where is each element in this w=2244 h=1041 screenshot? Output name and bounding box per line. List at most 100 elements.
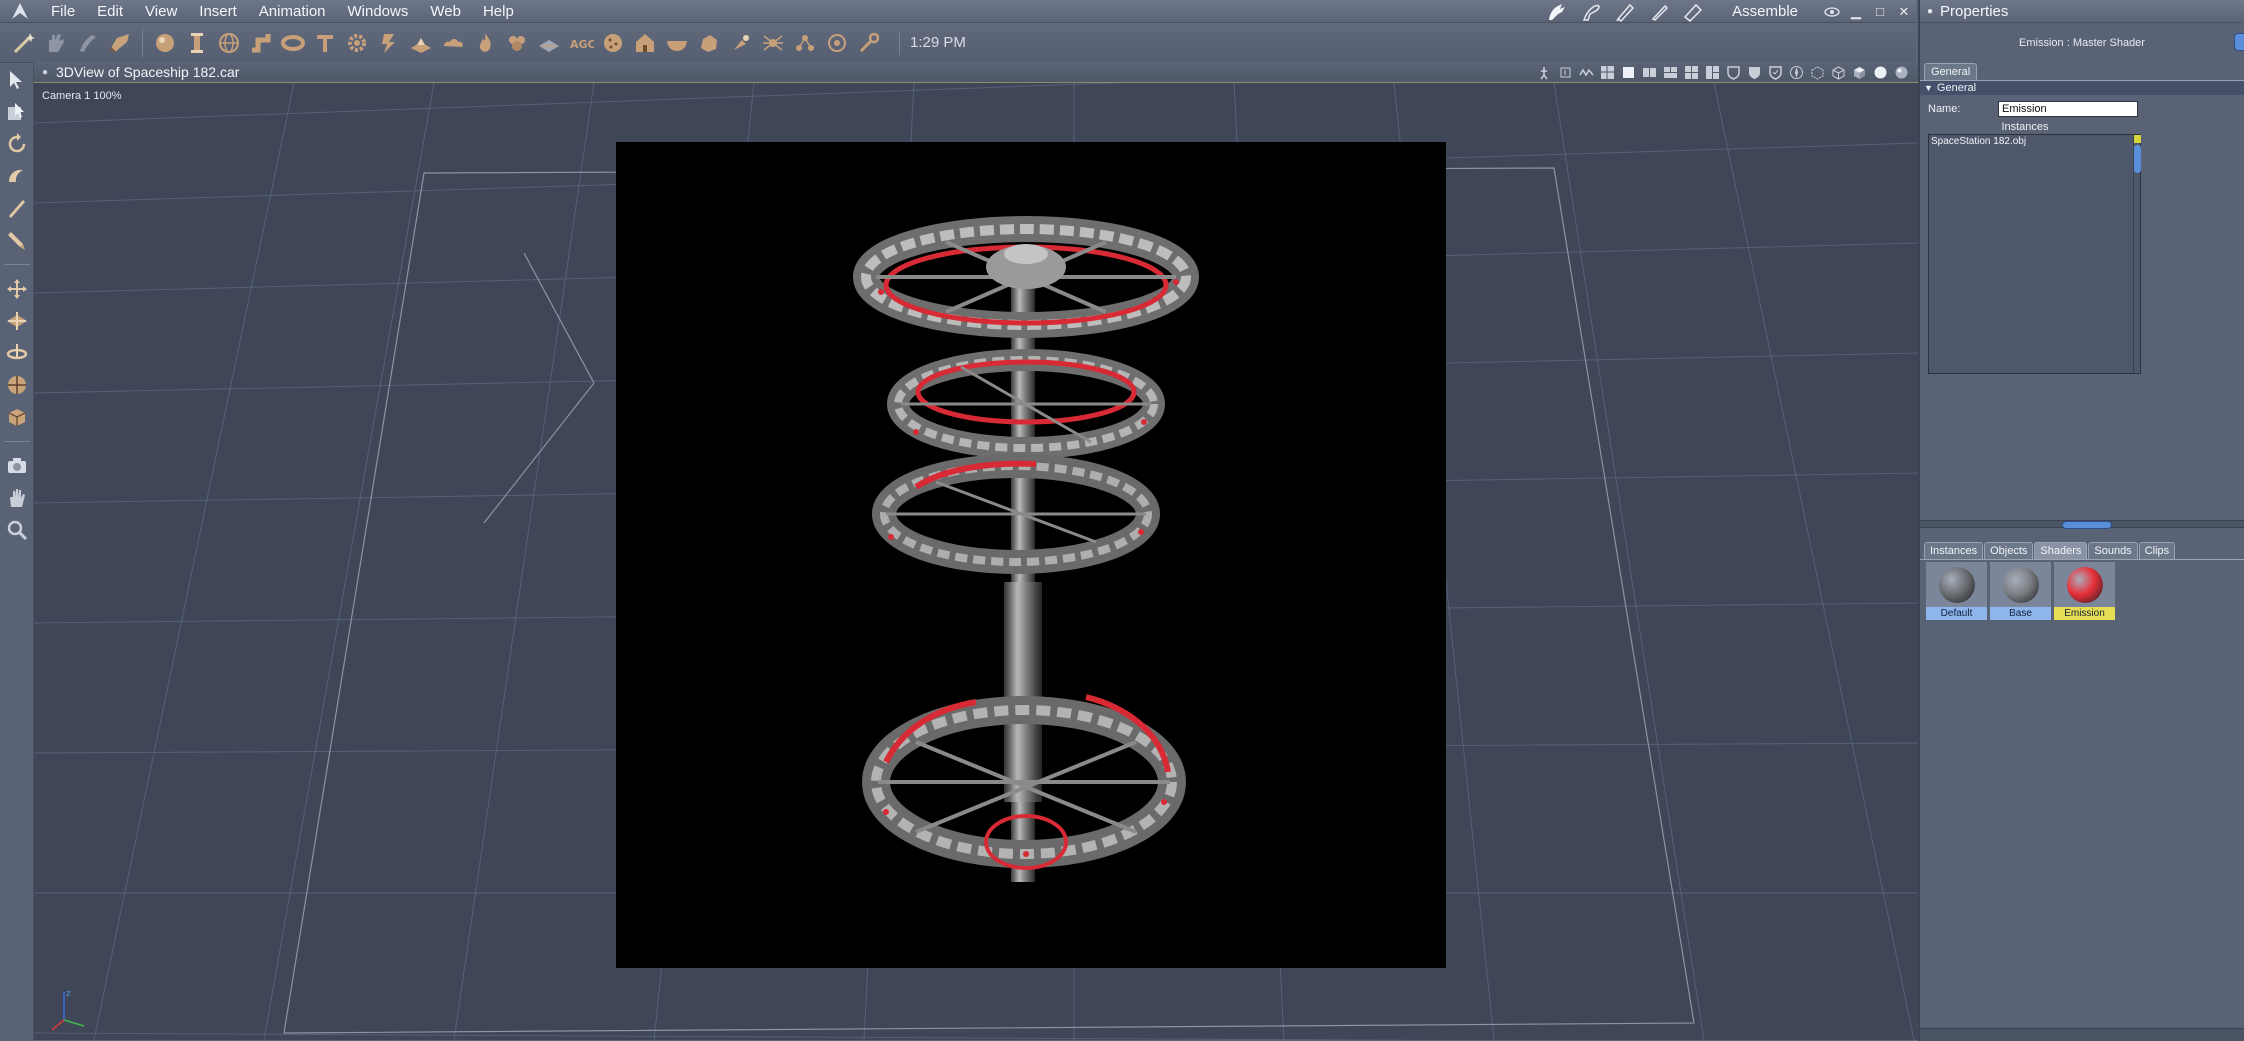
- room-hand-icon[interactable]: [1540, 0, 1574, 23]
- magic-wand-tool-icon[interactable]: [8, 27, 40, 59]
- viewport-close-icon[interactable]: ●: [34, 67, 56, 78]
- room-label[interactable]: Assemble: [1710, 3, 1820, 20]
- move-tool-icon[interactable]: [0, 273, 34, 305]
- 3d-viewport[interactable]: ● 3DView of Spaceship 182.car Camera 1 1…: [34, 62, 1918, 1040]
- room-pen-icon[interactable]: [1608, 0, 1642, 23]
- zoom-magnifier-icon[interactable]: [0, 514, 34, 546]
- smooth-sphere-icon[interactable]: [1872, 64, 1889, 81]
- twist-tool-icon[interactable]: [0, 160, 34, 192]
- room-model-icon[interactable]: [1574, 0, 1608, 23]
- rotate-tool-icon[interactable]: [0, 128, 34, 160]
- terrain-primitive-icon[interactable]: [405, 27, 437, 59]
- panel-splitter[interactable]: [1920, 520, 2244, 529]
- light-primitive-icon[interactable]: [725, 27, 757, 59]
- tab-shaders[interactable]: Shaders: [2034, 542, 2088, 559]
- select-arrow-icon[interactable]: [0, 64, 34, 96]
- shader-thumb-emission[interactable]: Emission: [2054, 562, 2115, 620]
- tab-general[interactable]: General: [1924, 63, 1978, 80]
- app-logo-icon[interactable]: [0, 0, 40, 23]
- split-view-icon[interactable]: [1704, 64, 1721, 81]
- pipe-primitive-icon[interactable]: [245, 27, 277, 59]
- tab-clips[interactable]: Clips: [2138, 542, 2176, 559]
- water-primitive-icon[interactable]: [533, 27, 565, 59]
- scale-box-tool-icon[interactable]: [0, 401, 34, 433]
- shader-thumb-default[interactable]: Default: [1926, 562, 1987, 620]
- single-view-icon[interactable]: [1620, 64, 1637, 81]
- menu-help[interactable]: Help: [472, 0, 525, 23]
- instances-scrollbar[interactable]: [2133, 135, 2141, 373]
- bolt-primitive-icon[interactable]: [373, 27, 405, 59]
- shaded-cube-icon[interactable]: [1851, 64, 1868, 81]
- compass-icon[interactable]: [1788, 64, 1805, 81]
- torus-primitive-icon[interactable]: [277, 27, 309, 59]
- wire-cube-icon[interactable]: [1830, 64, 1847, 81]
- grid-toggle-icon[interactable]: [1599, 64, 1616, 81]
- cloud-primitive-icon[interactable]: [437, 27, 469, 59]
- plant-primitive-icon[interactable]: [501, 27, 533, 59]
- menu-animation[interactable]: Animation: [248, 0, 337, 23]
- dotted-cube-icon[interactable]: [1809, 64, 1826, 81]
- hand-grab-tool-icon[interactable]: [40, 27, 72, 59]
- fire-primitive-icon[interactable]: [469, 27, 501, 59]
- tab-sounds[interactable]: Sounds: [2088, 542, 2138, 559]
- shader-thumb-base[interactable]: Base: [1990, 562, 2051, 620]
- scrollbar-thumb[interactable]: [2134, 145, 2141, 173]
- panel-close-icon[interactable]: ●: [1920, 6, 1940, 17]
- rock-primitive-icon[interactable]: [693, 27, 725, 59]
- house-primitive-icon[interactable]: [629, 27, 661, 59]
- tab-objects[interactable]: Objects: [1984, 542, 2034, 559]
- molecule-primitive-icon[interactable]: [789, 27, 821, 59]
- visibility-icon[interactable]: [1820, 0, 1844, 23]
- menu-view[interactable]: View: [134, 0, 188, 23]
- menu-insert[interactable]: Insert: [188, 0, 248, 23]
- pan-hand-icon[interactable]: [0, 482, 34, 514]
- scale-sphere-tool-icon[interactable]: [0, 369, 34, 401]
- general-section-header[interactable]: ▼ General: [1920, 81, 2244, 95]
- hand-rotate-tool-icon[interactable]: [72, 27, 104, 59]
- three-view-icon[interactable]: [1662, 64, 1679, 81]
- rotate-plane-tool-icon[interactable]: [0, 337, 34, 369]
- four-view-icon[interactable]: [1683, 64, 1700, 81]
- spider-primitive-icon[interactable]: [757, 27, 789, 59]
- column-primitive-icon[interactable]: [181, 27, 213, 59]
- menu-file[interactable]: File: [40, 0, 86, 23]
- agc-primitive-icon[interactable]: AGC: [565, 27, 597, 59]
- camera-tool-icon[interactable]: [0, 450, 34, 482]
- bowl-primitive-icon[interactable]: [661, 27, 693, 59]
- globe-primitive-icon[interactable]: [213, 27, 245, 59]
- camera-slot-icon[interactable]: [1557, 64, 1574, 81]
- collapse-triangle-icon[interactable]: ▼: [1924, 83, 1933, 93]
- gear-primitive-icon[interactable]: [341, 27, 373, 59]
- render-sphere-icon[interactable]: [1893, 64, 1910, 81]
- name-field[interactable]: [1998, 101, 2138, 117]
- wave-icon[interactable]: [1578, 64, 1595, 81]
- instances-list[interactable]: SpaceStation 182.obj: [1928, 134, 2141, 374]
- walk-icon[interactable]: [1536, 64, 1553, 81]
- tab-instances[interactable]: Instances: [1924, 542, 1984, 559]
- wrench-primitive-icon[interactable]: [853, 27, 885, 59]
- shield-a-icon[interactable]: [1725, 64, 1742, 81]
- shield-c-icon[interactable]: [1767, 64, 1784, 81]
- two-view-icon[interactable]: [1641, 64, 1658, 81]
- maximize-icon[interactable]: □: [1868, 0, 1892, 23]
- sphere-primitive-icon[interactable]: [149, 27, 181, 59]
- room-ruler-icon[interactable]: [1676, 0, 1710, 23]
- render-camera-tool-icon[interactable]: [104, 27, 136, 59]
- paint-tool-icon[interactable]: [0, 224, 34, 256]
- shield-b-icon[interactable]: [1746, 64, 1763, 81]
- cookie-primitive-icon[interactable]: [597, 27, 629, 59]
- target-primitive-icon[interactable]: [821, 27, 853, 59]
- menu-windows[interactable]: Windows: [337, 0, 420, 23]
- menu-edit[interactable]: Edit: [86, 0, 134, 23]
- knife-tool-icon[interactable]: [0, 192, 34, 224]
- minimize-icon[interactable]: ▁: [1844, 0, 1868, 23]
- move-plane-tool-icon[interactable]: [0, 305, 34, 337]
- room-brush-icon[interactable]: [1642, 0, 1676, 23]
- close-icon[interactable]: ✕: [1892, 0, 1916, 23]
- list-item[interactable]: SpaceStation 182.obj: [1929, 135, 2140, 148]
- splitter-handle[interactable]: [2062, 521, 2112, 529]
- panel-expand-button[interactable]: [2234, 33, 2244, 51]
- text-primitive-icon[interactable]: [309, 27, 341, 59]
- select-object-icon[interactable]: [0, 96, 34, 128]
- menu-web[interactable]: Web: [419, 0, 472, 23]
